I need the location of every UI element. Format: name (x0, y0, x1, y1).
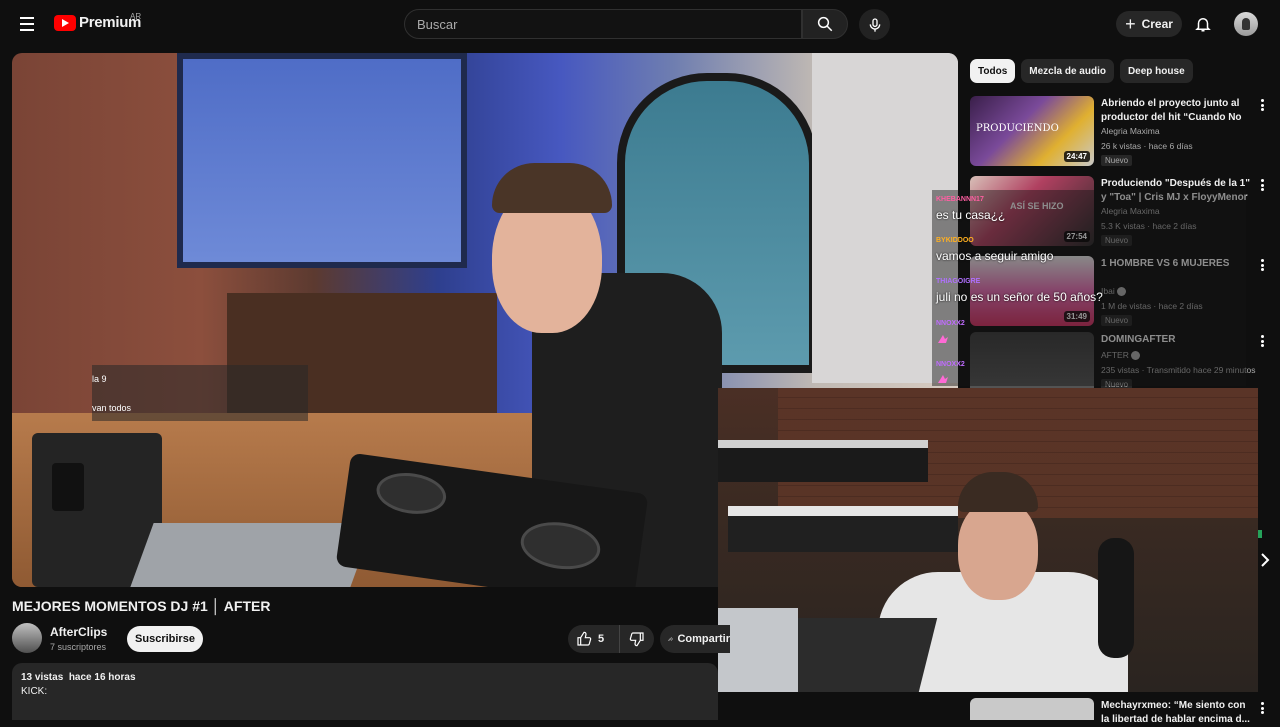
like-button[interactable]: 5 (568, 625, 620, 653)
chat-message: vamos a seguir amigo (936, 249, 1054, 263)
chip-todos[interactable]: Todos (970, 59, 1016, 83)
search-box (404, 9, 802, 39)
top-bar: Premium AR + Crear (0, 0, 1280, 48)
upload-time: hace 16 horas (68, 672, 136, 683)
bell-icon (1195, 18, 1211, 32)
next-button[interactable] (1256, 548, 1274, 572)
filter-chips: Todos Mezcla de audio Deep house (970, 59, 1193, 83)
recommendation-channel[interactable]: Alegria Maxima (1101, 126, 1160, 136)
dislike-icon (629, 632, 644, 647)
subscriber-count: 7 suscriptores (50, 642, 107, 652)
account-avatar[interactable] (1234, 12, 1258, 36)
video-chat-overlay: la 9 van todos (92, 365, 308, 421)
more-vert-icon[interactable] (1257, 257, 1267, 273)
subscribe-button[interactable]: Suscribirse (127, 626, 203, 652)
chat-username: KHEBANNN17 (936, 196, 984, 203)
recommendation-thumbnail[interactable] (970, 698, 1094, 720)
chat-username: NNOXX2 (936, 361, 965, 368)
share-label: Compartir (677, 633, 730, 645)
create-label: Crear (1141, 17, 1173, 31)
emote-icon (938, 335, 948, 343)
video-duration: 24:47 (1063, 151, 1090, 162)
country-code: AR (130, 12, 142, 21)
status-indicator (1258, 530, 1262, 538)
chat-message: es tu casa¿¿ (936, 208, 1006, 222)
more-vert-icon[interactable] (1257, 97, 1267, 113)
voice-search-button[interactable] (859, 9, 890, 40)
like-dislike-group: 5 (568, 625, 654, 653)
description-box[interactable]: 13 vistas hace 16 horas KICK: (12, 663, 718, 720)
thumbnail-text: PRODUCIENDO (976, 123, 1059, 134)
mixer-prop (718, 608, 798, 692)
facecam-overlay (718, 388, 1258, 692)
chat-message: juli no es un señor de 50 años? (936, 290, 1103, 304)
create-button[interactable]: + Crear (1116, 11, 1182, 37)
like-count: 5 (598, 633, 605, 645)
view-count: 13 vistas (21, 672, 64, 683)
more-vert-icon[interactable] (1257, 177, 1267, 193)
chat-username: BYKIDDOO (936, 237, 974, 244)
youtube-logo[interactable]: Premium (54, 14, 141, 31)
chat-username: NNOXX2 (936, 320, 965, 327)
microphone-icon (869, 17, 880, 32)
recommendation-title[interactable]: Abriendo el proyecto junto al productor … (1101, 97, 1251, 125)
search-button[interactable] (802, 9, 848, 39)
overlay-chat-message: la 9 (92, 374, 107, 384)
chip-mezcla-de-audio[interactable]: Mezcla de audio (1021, 59, 1114, 83)
notifications-button[interactable] (1192, 13, 1214, 35)
chevron-right-icon (1261, 553, 1270, 567)
chip-deep-house[interactable]: Deep house (1119, 59, 1193, 83)
search-input[interactable] (405, 10, 801, 38)
menu-icon[interactable] (14, 12, 40, 36)
video-title: MEJORES MOMENTOS DJ #1 │ AFTER (12, 598, 271, 614)
recommendation-item[interactable]: PRODUCIENDO 24:47 Abriendo el proyecto j… (970, 96, 1270, 170)
plus-icon: + (1125, 14, 1136, 34)
microphone-prop (1098, 538, 1134, 658)
video-scene-screen (177, 53, 467, 268)
chat-username: THIAGOIGRE (936, 278, 981, 285)
description-text: KICK: (21, 686, 48, 697)
chat-overlay: KHEBANNN17 es tu casa¿¿ BYKIDDOO vamos a… (932, 190, 1246, 386)
share-button[interactable]: Compartir (660, 625, 730, 653)
share-icon (668, 636, 674, 642)
dislike-button[interactable] (620, 625, 654, 653)
search-icon (817, 16, 833, 32)
more-vert-icon[interactable] (1257, 333, 1267, 349)
new-badge: Nuevo (1101, 155, 1133, 166)
more-vert-icon[interactable] (1257, 700, 1267, 716)
recommendation-title[interactable]: Mechayrxmeo: “Me siento con la libertad … (1101, 699, 1251, 727)
recommendation-meta: 26 k vistas · hace 6 días (1101, 141, 1193, 151)
channel-avatar[interactable] (12, 623, 42, 653)
like-icon (577, 631, 592, 646)
channel-name[interactable]: AfterClips (50, 625, 107, 639)
emote-icon (938, 375, 948, 383)
overlay-chat-message: van todos (92, 403, 132, 413)
youtube-logo-icon (54, 14, 76, 31)
description-meta: 13 vistas hace 16 horas (21, 672, 709, 683)
recommendation-thumbnail[interactable]: PRODUCIENDO 24:47 (970, 96, 1094, 166)
